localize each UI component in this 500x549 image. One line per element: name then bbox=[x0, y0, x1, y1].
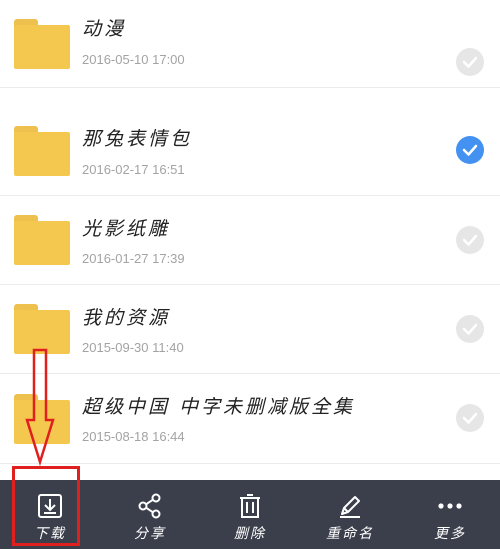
file-name: 我的资源 bbox=[82, 307, 171, 329]
file-date: 2015-09-30 11:40 bbox=[82, 340, 184, 355]
file-list: 动漫 2016-05-10 17:00 那兔表情包 2016-02-17 16:… bbox=[0, 0, 500, 480]
rename-label: 重命名 bbox=[326, 526, 374, 542]
select-checkbox[interactable] bbox=[456, 315, 484, 343]
delete-button[interactable]: 删除 bbox=[200, 480, 300, 549]
folder-icon bbox=[14, 19, 70, 69]
delete-label: 删除 bbox=[234, 526, 266, 542]
check-icon bbox=[462, 144, 478, 156]
more-dots-icon bbox=[438, 503, 462, 509]
check-icon bbox=[462, 56, 478, 68]
file-date: 2015-08-18 16:44 bbox=[82, 429, 185, 444]
folder-icon bbox=[14, 304, 70, 354]
share-icon bbox=[138, 493, 161, 519]
file-name: 超级中国 中字未删减版全集 bbox=[82, 396, 356, 418]
file-name: 那兔表情包 bbox=[82, 128, 193, 150]
pencil-icon bbox=[340, 496, 360, 518]
file-date: 2016-02-17 16:51 bbox=[82, 162, 185, 177]
share-label: 分享 bbox=[134, 526, 166, 542]
more-button[interactable]: 更多 bbox=[400, 480, 500, 549]
more-label: 更多 bbox=[434, 526, 466, 542]
annotation-highlight-box bbox=[12, 466, 80, 546]
share-button[interactable]: 分享 bbox=[100, 480, 200, 549]
list-item[interactable]: 超级中国 中字未删减版全集 2015-08-18 16:44 bbox=[0, 374, 500, 464]
select-checkbox[interactable] bbox=[456, 404, 484, 432]
select-checkbox[interactable] bbox=[456, 136, 484, 164]
annotation-arrow-icon bbox=[25, 348, 55, 466]
file-name: 动漫 bbox=[82, 18, 127, 40]
list-item[interactable]: 动漫 2016-05-10 17:00 bbox=[0, 0, 500, 88]
list-item[interactable]: 那兔表情包 2016-02-17 16:51 bbox=[0, 106, 500, 196]
trash-icon bbox=[240, 494, 260, 518]
list-item[interactable]: 光影纸雕 2016-01-27 17:39 bbox=[0, 196, 500, 285]
select-checkbox[interactable] bbox=[456, 226, 484, 254]
folder-icon bbox=[14, 126, 70, 176]
list-item[interactable]: 我的资源 2015-09-30 11:40 bbox=[0, 285, 500, 374]
check-icon bbox=[462, 323, 478, 335]
file-date: 2016-01-27 17:39 bbox=[82, 251, 185, 266]
folder-icon bbox=[14, 215, 70, 265]
select-checkbox[interactable] bbox=[456, 48, 484, 76]
file-name: 光影纸雕 bbox=[82, 218, 171, 240]
file-date: 2016-05-10 17:00 bbox=[82, 52, 185, 67]
check-icon bbox=[462, 234, 478, 246]
check-icon bbox=[462, 412, 478, 424]
rename-button[interactable]: 重命名 bbox=[300, 480, 400, 549]
